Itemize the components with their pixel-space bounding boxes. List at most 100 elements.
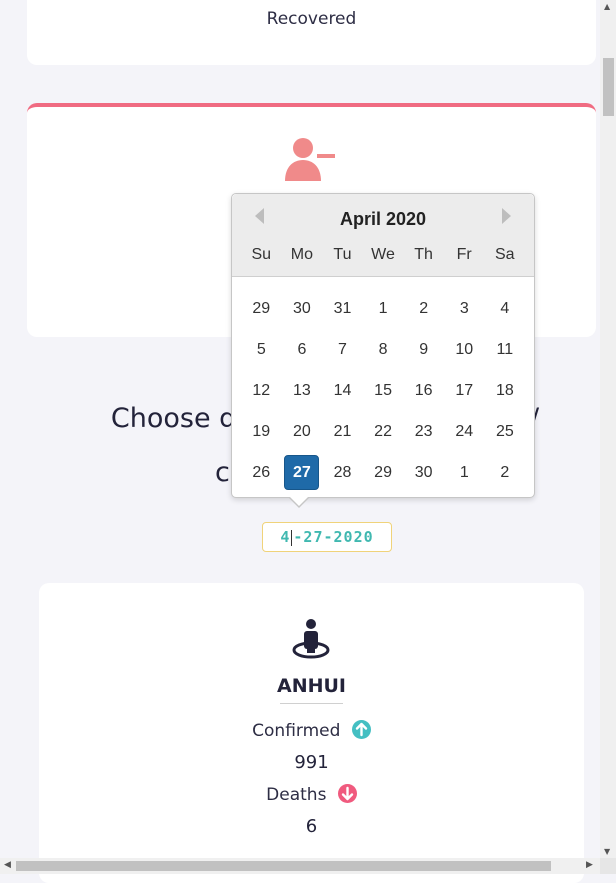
day-cell-selected[interactable]: 27 bbox=[282, 452, 323, 493]
weekday-label: Tu bbox=[333, 246, 352, 263]
day-number: 21 bbox=[333, 422, 352, 440]
date-input-value-rest: -27-2020 bbox=[293, 528, 374, 546]
day-number: 14 bbox=[333, 381, 352, 399]
datepicker-pointer-fill bbox=[289, 496, 309, 506]
day-number: 16 bbox=[414, 381, 433, 399]
weekday-label: Mo bbox=[290, 246, 313, 263]
day-number: 19 bbox=[252, 422, 271, 440]
day-cell[interactable]: 16 bbox=[403, 371, 444, 412]
day-number: 29 bbox=[252, 300, 271, 318]
day-number: 25 bbox=[495, 422, 514, 440]
recovered-card: Recovered bbox=[27, 0, 596, 65]
day-number: 11 bbox=[496, 341, 514, 359]
scroll-left-arrow-icon[interactable]: ◀ bbox=[4, 860, 11, 870]
deaths-label: Deaths bbox=[266, 785, 327, 805]
weekday-label: We bbox=[371, 246, 395, 263]
day-cell[interactable]: 8 bbox=[363, 330, 404, 371]
weekday-label: Sa bbox=[494, 246, 515, 263]
day-cell[interactable]: 1 bbox=[444, 452, 485, 493]
day-cell[interactable]: 12 bbox=[241, 371, 282, 412]
day-cell[interactable]: 30 bbox=[282, 289, 323, 330]
day-number: 1 bbox=[459, 463, 469, 481]
day-cell[interactable]: 19 bbox=[241, 411, 282, 452]
vertical-scroll-thumb[interactable] bbox=[603, 58, 614, 116]
day-cell[interactable]: 30 bbox=[403, 452, 444, 493]
day-cell[interactable]: 4 bbox=[485, 289, 526, 330]
day-number: 27 bbox=[284, 455, 320, 491]
province-name: ANHUI bbox=[276, 675, 346, 697]
map-pin-person-icon bbox=[292, 619, 330, 659]
day-number: 29 bbox=[374, 463, 392, 481]
day-cell[interactable]: 5 bbox=[241, 330, 282, 371]
day-cell[interactable]: 10 bbox=[444, 330, 485, 371]
scroll-right-arrow-icon[interactable]: ▶ bbox=[586, 860, 593, 870]
day-cell[interactable]: 23 bbox=[403, 411, 444, 452]
weekday-label: Fr bbox=[456, 246, 472, 263]
date-input-value-start: 4 bbox=[280, 528, 291, 546]
deaths-value: 6 bbox=[305, 816, 318, 837]
day-cell[interactable]: 1 bbox=[363, 289, 404, 330]
day-number: 2 bbox=[500, 463, 510, 481]
day-number: 13 bbox=[292, 381, 311, 399]
date-input[interactable]: 4 -27-2020 bbox=[262, 522, 392, 552]
day-number: 28 bbox=[333, 463, 352, 481]
scroll-up-arrow-icon[interactable]: ▲ bbox=[604, 2, 610, 11]
day-number: 7 bbox=[338, 341, 347, 359]
day-cell[interactable]: 26 bbox=[241, 452, 282, 493]
day-cell[interactable]: 15 bbox=[363, 371, 404, 412]
arrow-down-circle-icon bbox=[337, 784, 357, 803]
day-cell[interactable]: 29 bbox=[241, 289, 282, 330]
day-cell[interactable]: 28 bbox=[322, 452, 363, 493]
day-number: 23 bbox=[414, 422, 433, 440]
weekday-header-row: Su Mo Tu We Th Fr Sa bbox=[241, 246, 525, 264]
confirmed-value: 991 bbox=[294, 752, 329, 773]
deaths-row: Deaths bbox=[39, 784, 584, 805]
day-number: 3 bbox=[459, 300, 469, 318]
confirmed-label: Confirmed bbox=[252, 721, 341, 741]
day-number: 2 bbox=[419, 300, 429, 318]
recovered-label: Recovered bbox=[266, 9, 357, 29]
arrow-up-circle-icon bbox=[351, 720, 371, 739]
day-cell[interactable]: 6 bbox=[282, 330, 323, 371]
day-cell[interactable]: 21 bbox=[322, 411, 363, 452]
day-number: 15 bbox=[374, 381, 392, 399]
day-cell[interactable]: 22 bbox=[363, 411, 404, 452]
datepicker-popup[interactable]: April 2020 Su Mo Tu We Th Fr Sa 29 30 31 1 2 3 4 5 6 7 8… bbox=[231, 193, 535, 508]
scrollbar-corner bbox=[600, 858, 616, 874]
day-number: 9 bbox=[419, 341, 429, 359]
choose-date-heading-line2: c bbox=[215, 457, 230, 488]
day-number: 1 bbox=[378, 300, 388, 318]
province-card: ANHUI Confirmed 991 Deaths 6 bbox=[39, 583, 584, 883]
day-number: 12 bbox=[252, 381, 271, 399]
day-cell[interactable]: 3 bbox=[444, 289, 485, 330]
vertical-scrollbar[interactable]: ▲ ▼ bbox=[600, 0, 616, 858]
horizontal-scroll-thumb[interactable] bbox=[16, 861, 551, 871]
weekday-label: Su bbox=[251, 246, 272, 263]
day-number: 8 bbox=[378, 341, 388, 359]
day-cell[interactable]: 17 bbox=[444, 371, 485, 412]
scroll-down-arrow-icon[interactable]: ▼ bbox=[604, 847, 610, 856]
day-cell[interactable]: 20 bbox=[282, 411, 323, 452]
day-number: 24 bbox=[455, 422, 474, 440]
day-cell[interactable]: 2 bbox=[403, 289, 444, 330]
day-cell[interactable]: 29 bbox=[363, 452, 404, 493]
confirmed-row: Confirmed bbox=[39, 720, 584, 741]
day-cell[interactable]: 18 bbox=[485, 371, 526, 412]
day-cell[interactable]: 11 bbox=[485, 330, 526, 371]
datepicker-month-title: April 2020 bbox=[339, 209, 427, 229]
day-number: 26 bbox=[252, 463, 271, 481]
day-cell[interactable]: 25 bbox=[485, 411, 526, 452]
day-number: 18 bbox=[495, 381, 514, 399]
day-cell[interactable]: 7 bbox=[322, 330, 363, 371]
next-month-arrow-icon[interactable] bbox=[502, 208, 511, 224]
day-cell[interactable]: 2 bbox=[485, 452, 526, 493]
day-cell[interactable]: 9 bbox=[403, 330, 444, 371]
day-cell[interactable]: 24 bbox=[444, 411, 485, 452]
day-cell[interactable]: 13 bbox=[282, 371, 323, 412]
day-number: 31 bbox=[333, 300, 352, 318]
day-cell[interactable]: 31 bbox=[322, 289, 363, 330]
horizontal-scrollbar[interactable]: ◀ ▶ bbox=[0, 858, 600, 874]
weekday-label: Th bbox=[414, 246, 433, 263]
day-cell[interactable]: 14 bbox=[322, 371, 363, 412]
day-number: 20 bbox=[292, 422, 311, 440]
